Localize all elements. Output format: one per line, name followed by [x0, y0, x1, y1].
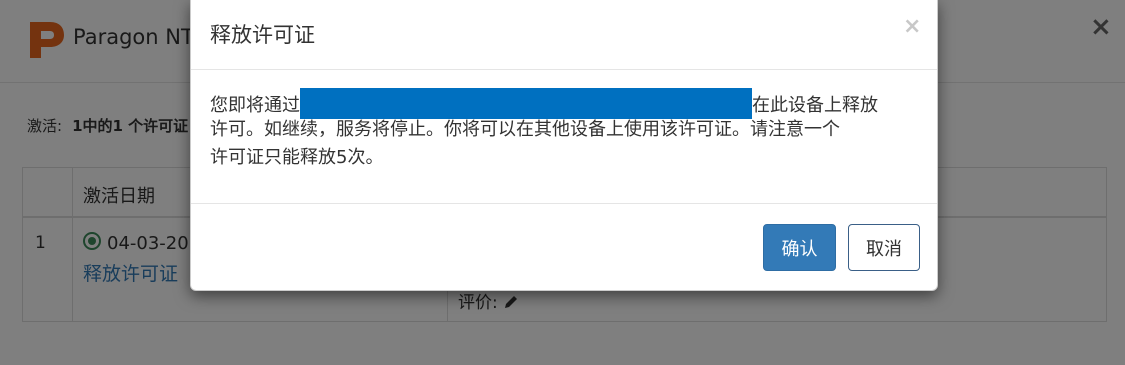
- release-license-dialog: 释放许可证 × 您即将通过 在此设备上释放 许可。如继续，服务将停止。你将可以在其…: [190, 0, 938, 291]
- dialog-title: 释放许可证: [210, 23, 315, 47]
- dialog-footer-divider: [191, 203, 937, 204]
- cancel-button[interactable]: 取消: [848, 224, 920, 271]
- app-window: Paragon NTFS × 激活:1中的1 个许可证 激活日期 1 04-03…: [0, 0, 1125, 365]
- redacted-text-block: [300, 88, 752, 119]
- dialog-body: 您即将通过 在此设备上释放 许可。如继续，服务将停止。你将可以在其他设备上使用该许…: [210, 88, 922, 172]
- dialog-close-icon[interactable]: ×: [903, 16, 921, 38]
- dialog-body-line-2: 许可。如继续，服务将停止。你将可以在其他设备上使用该许可证。请注意一个: [210, 119, 840, 140]
- confirm-button[interactable]: 确认: [763, 224, 836, 271]
- dialog-header: 释放许可证 ×: [191, 0, 937, 70]
- dialog-body-line-3: 许可证只能释放5次。: [210, 147, 384, 168]
- dialog-body-line-1: 您即将通过 在此设备上释放: [210, 88, 922, 119]
- body-text-after-redaction: 在此设备上释放: [752, 95, 878, 116]
- body-text-before-redaction: 您即将通过: [210, 95, 300, 116]
